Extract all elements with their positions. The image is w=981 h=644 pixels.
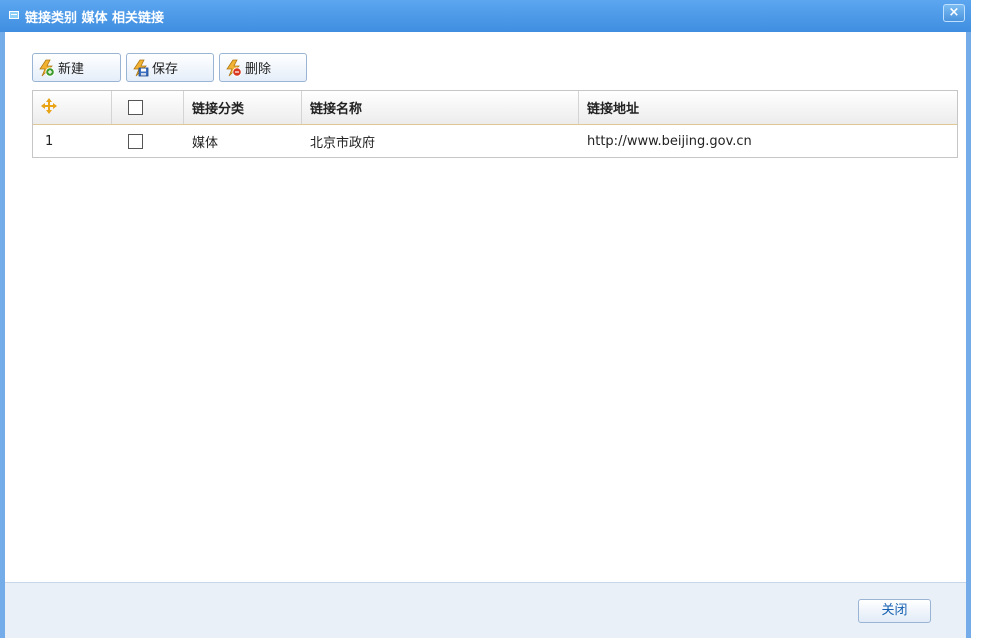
window-icon xyxy=(9,11,19,19)
title-bar[interactable]: 链接类别 媒体 相关链接 × xyxy=(0,0,971,32)
dialog-footer: 关闭 xyxy=(5,582,966,638)
row-category: 媒体 xyxy=(192,135,219,151)
move-icon xyxy=(41,97,57,118)
dialog-content: 新建 保存 删除 链接分类 链接名称 链接地址 1 媒体 北京市政府 http:… xyxy=(5,32,966,582)
column-header-category[interactable]: 链接分类 xyxy=(184,91,302,124)
lightning-add-icon xyxy=(37,59,55,77)
save-button[interactable]: 保存 xyxy=(126,53,214,82)
table-row[interactable]: 1 媒体 北京市政府 http://www.beijing.gov.cn xyxy=(33,125,957,157)
dialog-title: 链接类别 媒体 相关链接 xyxy=(25,11,165,26)
row-index: 1 xyxy=(45,133,54,149)
toolbar: 新建 保存 删除 xyxy=(5,32,966,88)
column-header-name[interactable]: 链接名称 xyxy=(302,91,579,124)
delete-button-label: 删除 xyxy=(245,62,272,77)
row-url: http://www.beijing.gov.cn xyxy=(587,133,752,149)
new-button[interactable]: 新建 xyxy=(32,53,121,82)
row-checkbox[interactable] xyxy=(128,133,143,149)
close-window-button[interactable]: × xyxy=(943,4,965,22)
drag-column-header[interactable] xyxy=(33,91,112,124)
row-select-cell xyxy=(112,125,184,157)
delete-button[interactable]: 删除 xyxy=(219,53,307,82)
column-header-url[interactable]: 链接地址 xyxy=(579,91,957,124)
grid-header: 链接分类 链接名称 链接地址 xyxy=(33,91,957,125)
save-icon xyxy=(131,59,149,77)
links-grid: 链接分类 链接名称 链接地址 1 媒体 北京市政府 http://www.bei… xyxy=(32,90,958,158)
row-name: 北京市政府 xyxy=(310,135,376,151)
select-all-checkbox[interactable] xyxy=(128,100,143,115)
save-button-label: 保存 xyxy=(152,62,179,77)
lightning-delete-icon xyxy=(224,59,242,77)
select-all-header xyxy=(112,91,184,124)
dialog-window: 链接类别 媒体 相关链接 × 新建 保存 删除 链接分类 链接名称 链接地址 1… xyxy=(0,0,971,638)
new-button-label: 新建 xyxy=(58,62,85,77)
close-button[interactable]: 关闭 xyxy=(858,599,931,623)
close-icon: × xyxy=(948,5,960,20)
